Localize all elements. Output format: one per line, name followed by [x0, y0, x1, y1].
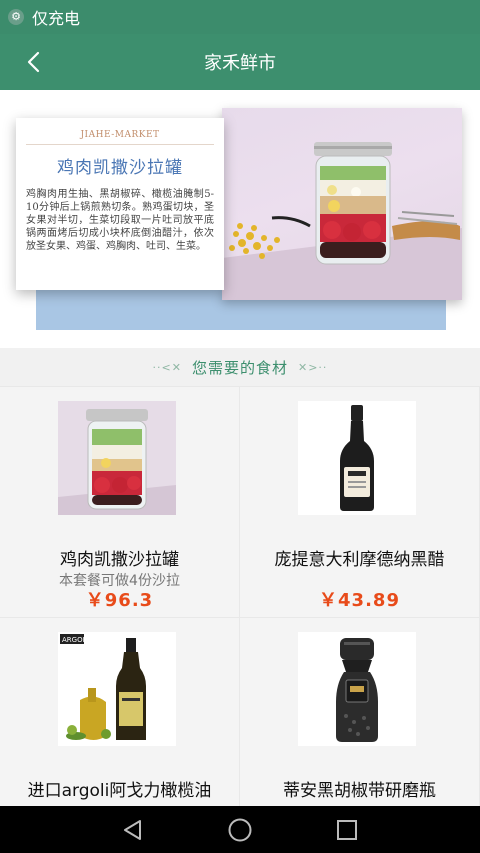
product-name: 庞提意大利摩德纳黑醋 — [274, 550, 445, 570]
section-header: ··<✕ 您需要的食材 ✕>·· — [0, 348, 480, 386]
product-name: 鸡肉凯撒沙拉罐 — [60, 550, 179, 570]
recipe-title: 鸡肉凯撒沙拉罐 — [57, 158, 183, 178]
product-card[interactable]: 庞提意大利摩德纳黑醋 ￥43.89 — [240, 387, 479, 617]
decoration-right-icon: ✕>·· — [298, 360, 328, 374]
olive-oil-bottle-icon: ARGOLI — [58, 632, 176, 746]
recipe-banner[interactable]: JIAHE-MARKET 鸡肉凯撒沙拉罐 鸡胸肉用生抽、黑胡椒碎、橄榄油腌制5-… — [0, 90, 480, 348]
page-title: 家禾鲜市 — [204, 53, 276, 74]
square-recents-icon — [336, 819, 357, 840]
settings-icon: ⚙ — [8, 9, 24, 25]
system-nav-bar — [0, 806, 480, 853]
product-name: 进口argoli阿戈力橄榄油 — [27, 781, 212, 801]
status-text: 仅充电 — [32, 9, 81, 28]
circle-home-icon — [228, 818, 252, 841]
nav-back-button[interactable] — [113, 810, 153, 850]
product-name: 蒂安黑胡椒带研磨瓶 — [283, 781, 436, 801]
recipe-card: JIAHE-MARKET 鸡肉凯撒沙拉罐 鸡胸肉用生抽、黑胡椒碎、橄榄油腌制5-… — [16, 118, 224, 290]
brand-logo: ARGOLI — [62, 636, 89, 644]
back-button[interactable] — [18, 46, 50, 78]
brand-label: JIAHE-MARKET — [26, 130, 214, 145]
product-price: ￥96.3 — [85, 590, 154, 611]
section-title: 您需要的食材 — [191, 358, 288, 377]
salad-jar-icon — [58, 401, 176, 515]
status-bar: ⚙ 仅充电 — [0, 0, 480, 34]
decoration-left-icon: ··<✕ — [152, 360, 182, 374]
chevron-left-icon — [27, 51, 40, 73]
pepper-grinder-icon — [298, 632, 416, 746]
triangle-back-icon — [124, 819, 142, 840]
product-price: ￥43.89 — [319, 590, 400, 611]
vinegar-bottle-icon — [298, 401, 416, 515]
product-grid: 鸡肉凯撒沙拉罐 本套餐可做4份沙拉 ￥96.3 庞提意大利摩德纳黑醋 ￥43.8… — [0, 386, 480, 848]
salad-jar-photo — [222, 108, 462, 300]
app-bar: 家禾鲜市 — [0, 34, 480, 90]
recipe-description: 鸡胸肉用生抽、黑胡椒碎、橄榄油腌制5-10分钟后上锅煎熟切条。熟鸡蛋切块，圣女果… — [26, 189, 214, 252]
product-card[interactable]: 鸡肉凯撒沙拉罐 本套餐可做4份沙拉 ￥96.3 — [0, 387, 239, 617]
nav-home-button[interactable] — [220, 810, 260, 850]
nav-recents-button[interactable] — [327, 810, 367, 850]
